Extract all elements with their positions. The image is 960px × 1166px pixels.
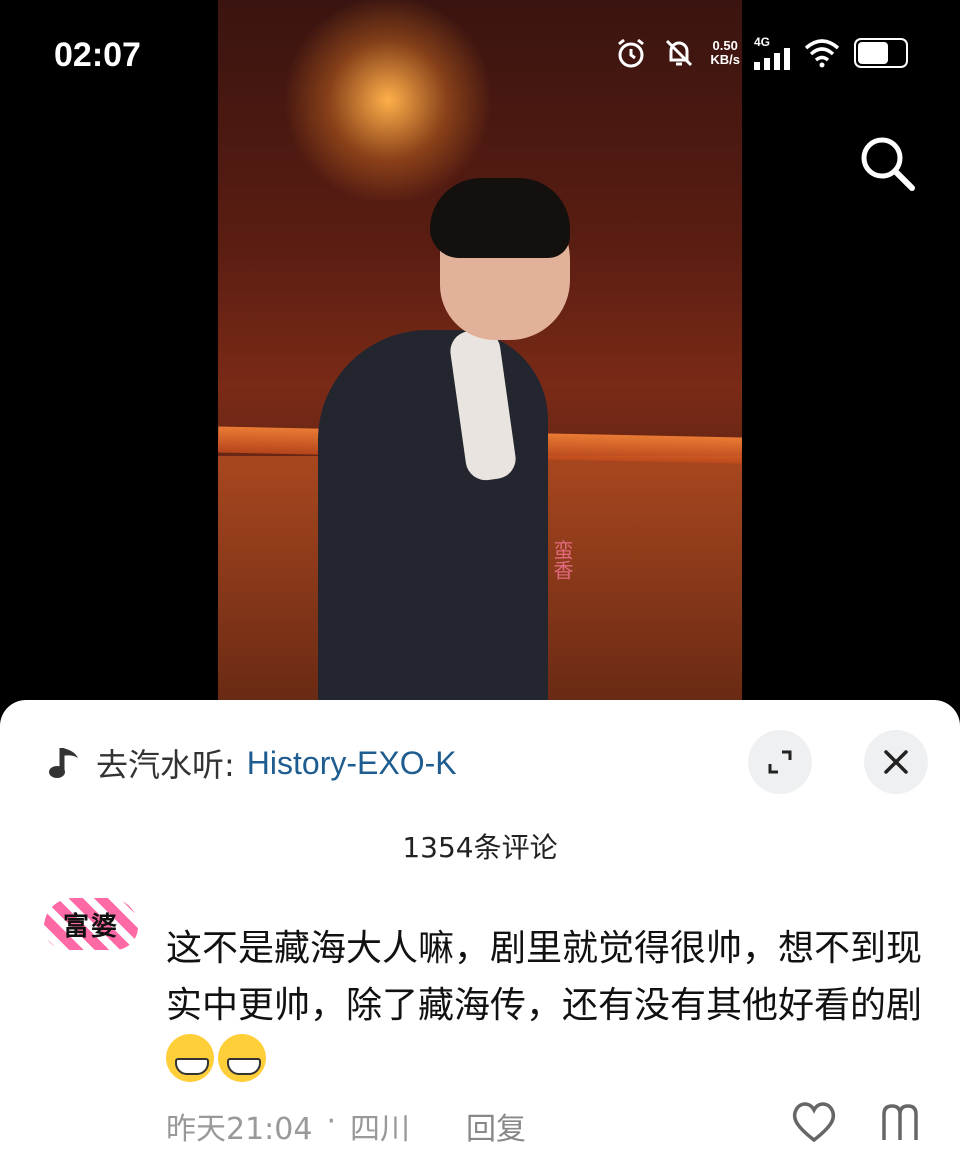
signal-indicator: 4G (754, 36, 790, 70)
grin-emoji-icon (218, 1034, 266, 1082)
net-speed-value: 0.50 (712, 38, 738, 53)
comment-meta: 昨天21:04 · 四川 (166, 1104, 410, 1148)
reply-button[interactable]: 回复 (466, 1104, 526, 1148)
comment-location: 四川 (350, 1112, 411, 1147)
performer-hair (430, 178, 570, 258)
battery-fill (858, 42, 888, 64)
mute-icon (666, 39, 693, 67)
avatar[interactable]: 富婆 (44, 898, 138, 950)
performer-body (318, 330, 548, 700)
close-button[interactable] (864, 730, 928, 794)
music-note-icon (49, 748, 78, 778)
music-song-title[interactable]: History-EXO-K (247, 745, 457, 782)
music-link[interactable]: 去汽水听: History-EXO-K (48, 740, 457, 786)
expand-button[interactable] (748, 730, 812, 794)
alarm-icon (618, 38, 645, 68)
grin-emoji-icon (166, 1034, 214, 1082)
net-speed-unit: KB/s (710, 52, 740, 67)
comment-body: 这不是藏海大人嘛，剧里就觉得很帅，想不到现实中更帅，除了藏海传，还有没有其他好看… (166, 928, 923, 1026)
avatar-text: 富婆 (62, 911, 119, 942)
net-speed: 0.50 KB/s (710, 39, 740, 67)
status-time: 02:07 (54, 36, 141, 74)
network-type: 4G (754, 35, 771, 49)
status-bar: 02:07 0.50 KB/s 4G (0, 0, 960, 110)
wifi-icon (804, 39, 840, 68)
video-watermark: 蛮香 (550, 540, 574, 580)
more-icon[interactable] (878, 1100, 938, 1144)
comment-text: 这不是藏海大人嘛，剧里就觉得很帅，想不到现实中更帅，除了藏海传，还有没有其他好看… (166, 920, 926, 1091)
expand-icon (768, 750, 792, 774)
meta-separator: · (326, 1104, 337, 1139)
like-icon[interactable] (790, 1100, 838, 1144)
signal-icon (754, 48, 790, 70)
close-icon (884, 750, 908, 774)
comment-count: 1354条评论 (402, 831, 558, 864)
comment-time: 昨天21:04 (166, 1112, 313, 1147)
search-icon[interactable] (856, 132, 918, 194)
status-icons: 0.50 KB/s 4G (614, 36, 908, 70)
comment-actions (790, 1100, 938, 1144)
music-label: 去汽水听: (96, 746, 235, 784)
battery-icon (854, 38, 908, 68)
